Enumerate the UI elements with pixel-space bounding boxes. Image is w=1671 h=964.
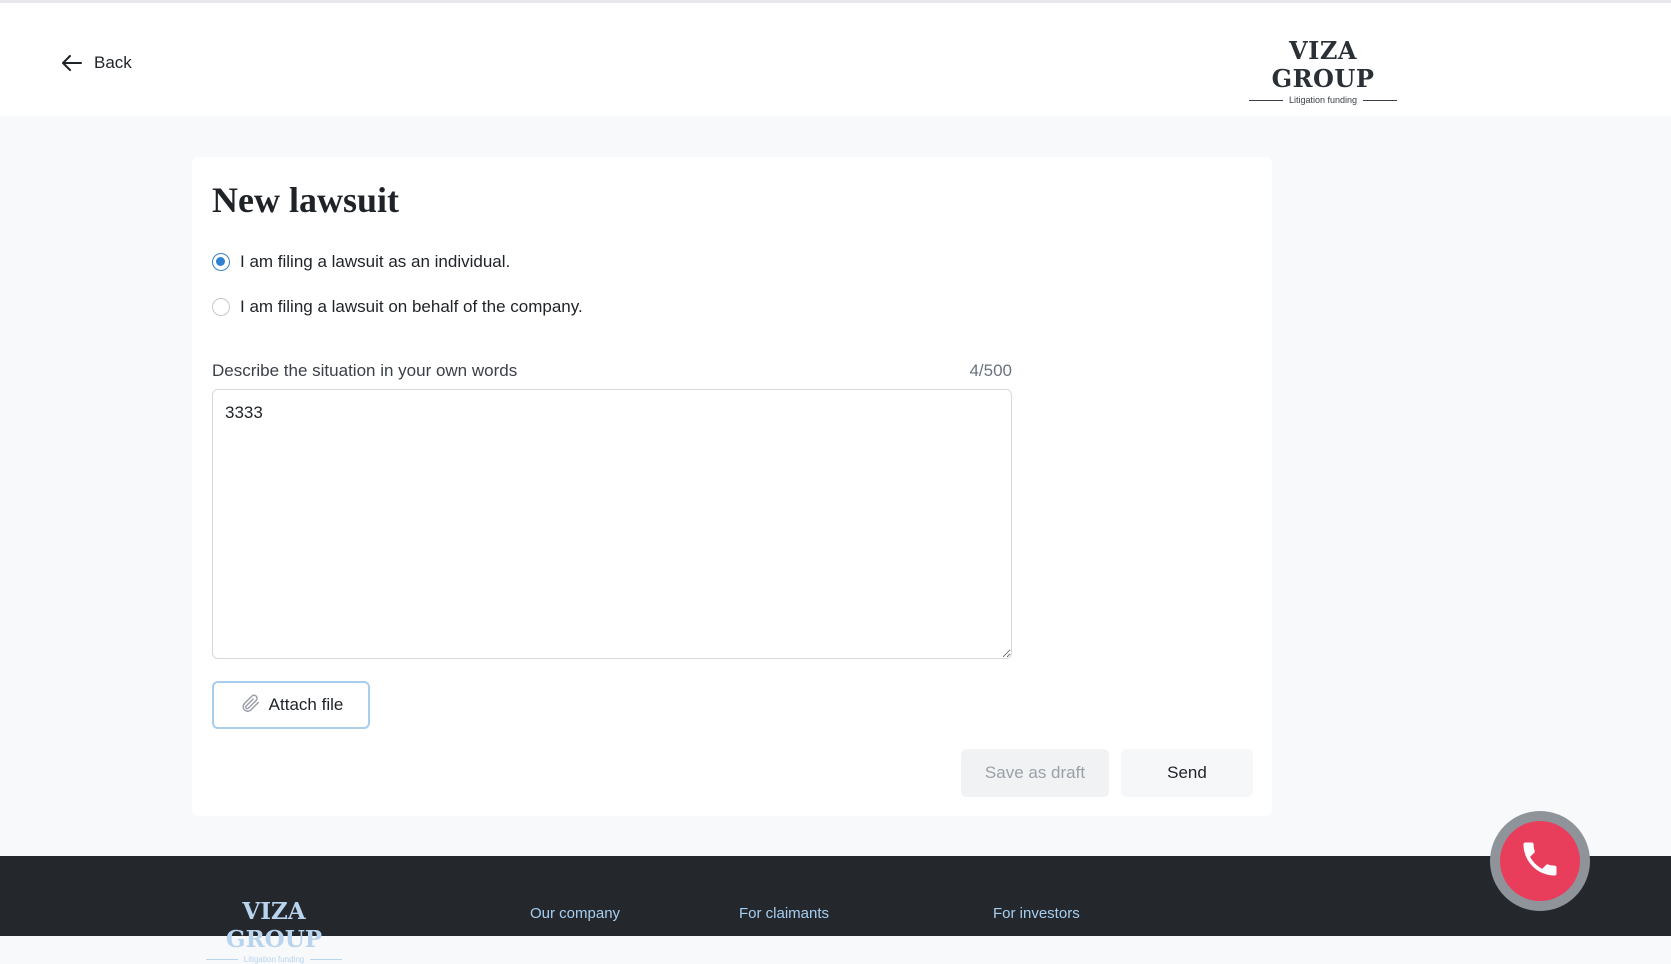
attach-file-button[interactable]: Attach file <box>212 681 370 729</box>
footer-logo-tagline-text: Litigation funding <box>243 955 305 964</box>
logo-tagline: Litigation funding <box>1244 95 1402 105</box>
radio-individual[interactable]: I am filing a lawsuit as an individual. <box>212 252 510 272</box>
send-button[interactable]: Send <box>1121 749 1253 797</box>
attach-file-label: Attach file <box>268 695 344 714</box>
call-button[interactable] <box>1490 811 1590 911</box>
header-logo[interactable]: VIZA GROUP Litigation funding <box>1244 37 1402 105</box>
page-header: Back VIZA GROUP Litigation funding <box>0 3 1671 116</box>
paperclip-icon <box>239 692 261 719</box>
footer-logo-tagline: Litigation funding <box>198 955 350 964</box>
save-draft-button[interactable]: Save as draft <box>961 749 1109 797</box>
radio-checked-icon[interactable] <box>212 253 230 271</box>
back-button[interactable]: Back <box>62 47 132 79</box>
radio-company-label: I am filing a lawsuit on behalf of the c… <box>240 297 583 316</box>
radio-unchecked-icon[interactable] <box>212 298 230 316</box>
phone-icon <box>1518 837 1562 886</box>
back-label: Back <box>94 53 132 72</box>
radio-individual-label: I am filing a lawsuit as an individual. <box>240 252 511 271</box>
footer-link-for-investors[interactable]: For investors <box>993 905 1080 922</box>
logo-tagline-text: Litigation funding <box>1288 95 1358 105</box>
page-title: New lawsuit <box>212 180 399 220</box>
new-lawsuit-form: New lawsuit I am filing a lawsuit as an … <box>192 157 1272 816</box>
char-counter: 4/500 <box>969 361 1012 380</box>
arrow-left-icon <box>62 55 82 71</box>
radio-company[interactable]: I am filing a lawsuit on behalf of the c… <box>212 297 583 317</box>
page-footer: VIZA GROUP Litigation funding Our compan… <box>0 856 1671 964</box>
description-label: Describe the situation in your own words <box>212 361 518 380</box>
call-button-inner <box>1500 821 1580 901</box>
footer-logo-brand: VIZA GROUP <box>225 898 323 953</box>
footer-link-our-company[interactable]: Our company <box>530 905 620 922</box>
description-textarea[interactable] <box>212 389 1012 659</box>
footer-link-for-claimants[interactable]: For claimants <box>739 905 829 922</box>
footer-logo[interactable]: VIZA GROUP Litigation funding <box>198 898 350 964</box>
logo-brand: VIZA GROUP <box>1271 36 1375 93</box>
